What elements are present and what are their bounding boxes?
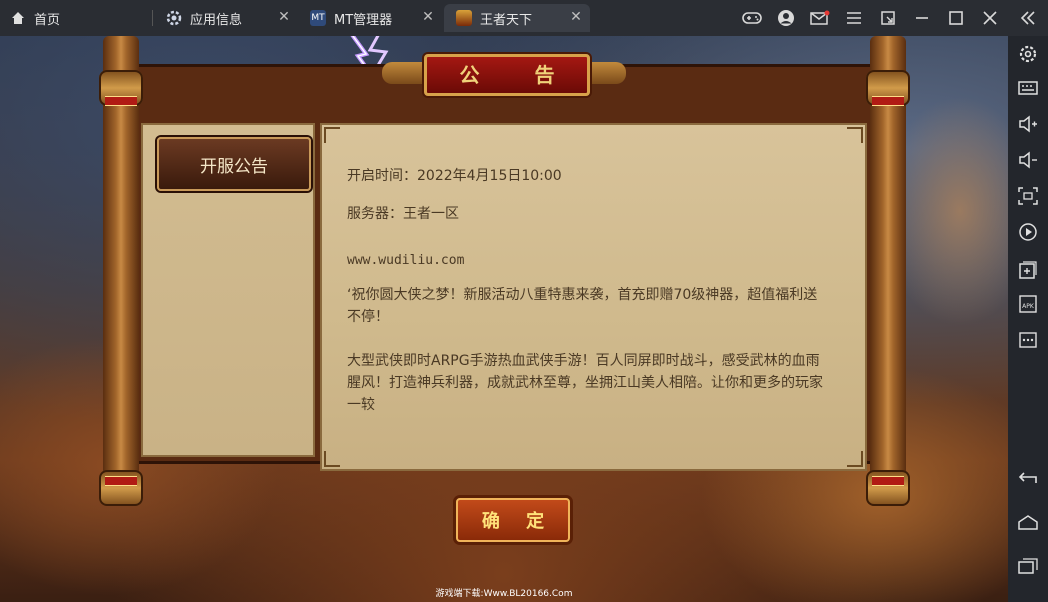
maximize-icon[interactable] xyxy=(944,6,968,30)
ornament-corner xyxy=(847,451,863,467)
ornament-corner xyxy=(847,127,863,143)
back-icon[interactable] xyxy=(1016,466,1040,490)
keyboard-icon[interactable] xyxy=(1016,76,1040,100)
notice-title-plaque: 公 告 xyxy=(424,54,590,96)
tab-label: 王者天下 xyxy=(480,12,533,28)
install-apk-icon[interactable]: APK xyxy=(1016,292,1040,316)
tab-mt-manager[interactable]: MT MT管理器 ✕ xyxy=(300,4,442,32)
website-link[interactable]: www.wudiliu.com xyxy=(347,250,464,272)
home-icon xyxy=(10,10,26,26)
tab-separator xyxy=(152,10,153,26)
scroll-band xyxy=(105,96,137,106)
tab-label: 应用信息 xyxy=(190,12,243,28)
scroll-band xyxy=(872,476,904,486)
screenshot-icon[interactable] xyxy=(1016,184,1040,208)
close-icon[interactable]: ✕ xyxy=(276,9,292,25)
tab-label: MT管理器 xyxy=(334,12,393,28)
emulator-sidebar: APK xyxy=(1008,36,1048,602)
record-icon[interactable] xyxy=(1016,220,1040,244)
more-icon[interactable] xyxy=(1016,328,1040,352)
volume-down-icon[interactable] xyxy=(1016,148,1040,172)
volume-up-icon[interactable] xyxy=(1016,112,1040,136)
tab-bar: 首页 应用信息 ✕ MT MT管理器 ✕ 王者天下 ✕ xyxy=(0,0,1048,36)
ornament-corner xyxy=(324,451,340,467)
close-icon[interactable] xyxy=(978,6,1002,30)
open-time-text: 开启时间：2022年4月15日10:00 xyxy=(347,168,562,184)
promo-paragraph: ‘祝你圆大侠之梦！新服活动八重特惠来袭，首充即赠70级神器，超值福利送不停！ xyxy=(347,287,818,325)
home-icon[interactable] xyxy=(1016,510,1040,534)
close-icon[interactable]: ✕ xyxy=(420,9,436,25)
intro-paragraph: 大型武侠即时ARPG手游热血武侠手游！百人同屏即时战斗，感受武林的血雨腥风！打造… xyxy=(347,353,823,413)
mt-app-icon: MT xyxy=(310,10,326,26)
add-window-icon[interactable] xyxy=(1016,258,1040,282)
game-app-icon xyxy=(456,10,472,26)
gamepad-icon[interactable] xyxy=(740,6,764,30)
notice-title: 公 告 xyxy=(459,63,579,87)
server-name-text: 服务器：王者一区 xyxy=(347,206,459,222)
scroll-band xyxy=(105,476,137,486)
settings-icon xyxy=(166,10,182,26)
mail-icon[interactable] xyxy=(808,6,832,30)
ornament-corner xyxy=(324,127,340,143)
recent-apps-icon[interactable] xyxy=(1016,554,1040,578)
confirm-button[interactable]: 确 定 xyxy=(456,498,570,542)
user-avatar-icon[interactable] xyxy=(774,6,798,30)
server-open-notice-button[interactable]: 开服公告 xyxy=(157,137,311,191)
tab-label: 首页 xyxy=(34,12,61,28)
tab-home[interactable]: 首页 xyxy=(10,4,150,32)
settings-icon[interactable] xyxy=(1016,42,1040,66)
menu-icon[interactable] xyxy=(842,6,866,30)
collapse-icon[interactable] xyxy=(1016,6,1040,30)
restore-small-icon[interactable] xyxy=(876,6,900,30)
svg-text:APK: APK xyxy=(1022,303,1035,310)
close-icon[interactable]: ✕ xyxy=(568,9,584,25)
minimize-icon[interactable] xyxy=(910,6,934,30)
tab-app-info[interactable]: 应用信息 ✕ xyxy=(158,4,298,32)
scroll-band xyxy=(872,96,904,106)
tab-game[interactable]: 王者天下 ✕ xyxy=(444,4,590,32)
download-footer-text: 游戏端下载:Www.BL20166.Com xyxy=(435,589,573,599)
